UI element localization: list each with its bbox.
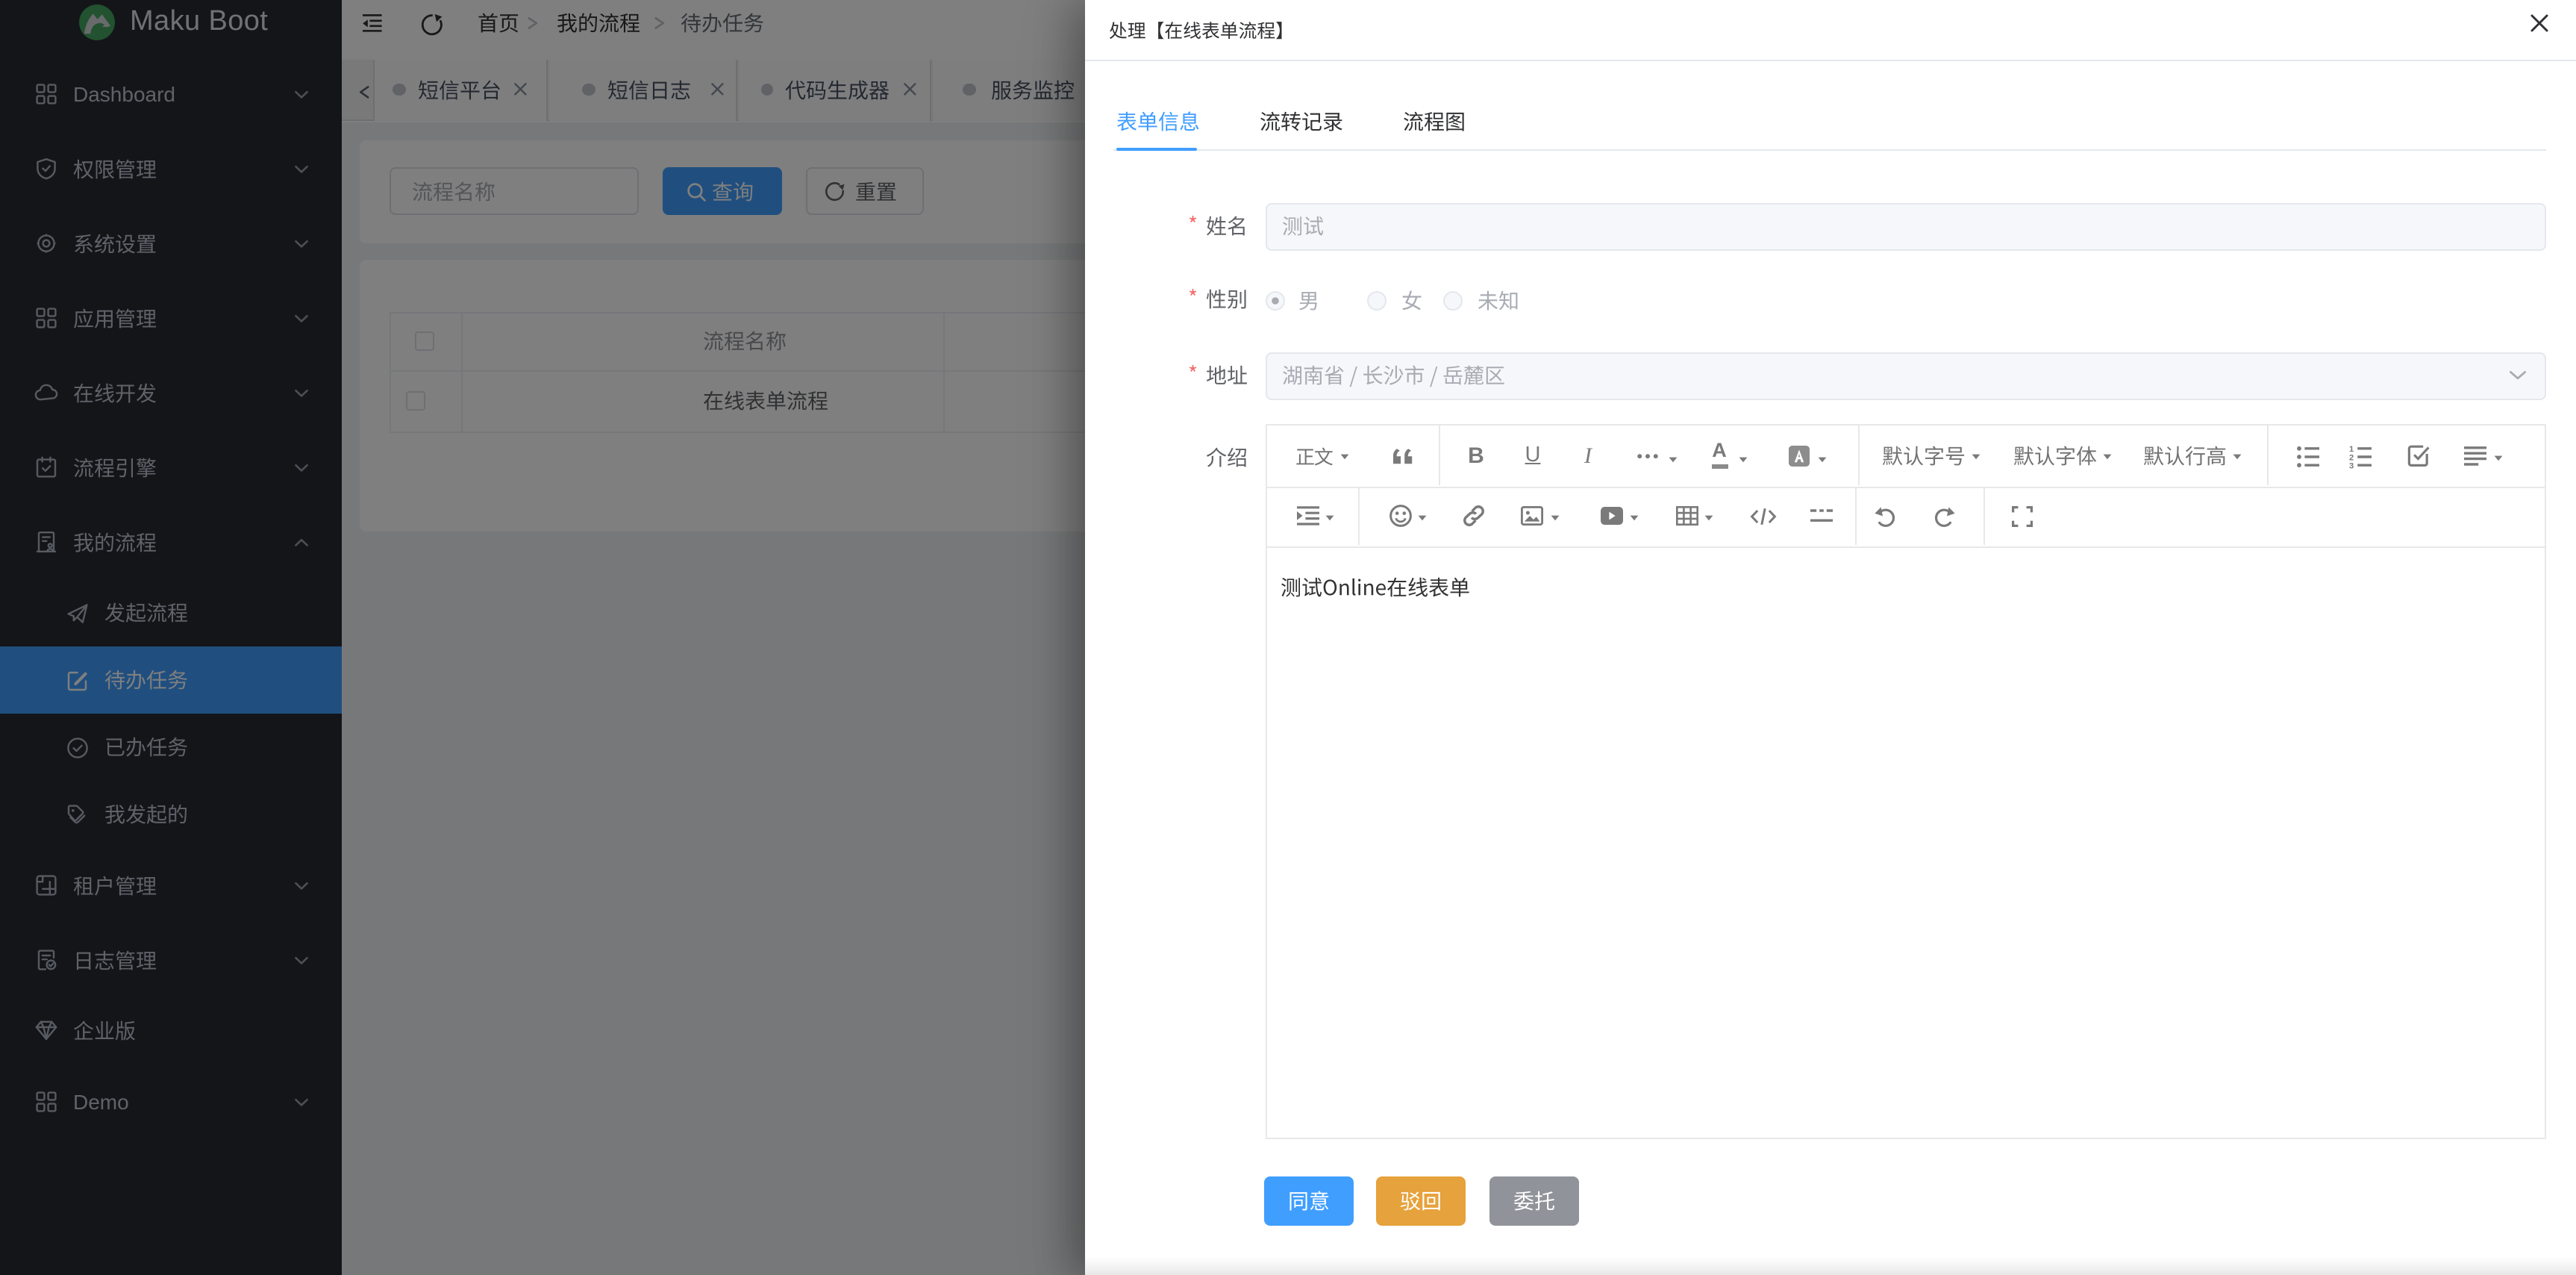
svg-text:2: 2: [2349, 452, 2354, 461]
svg-text:3: 3: [2349, 461, 2354, 470]
